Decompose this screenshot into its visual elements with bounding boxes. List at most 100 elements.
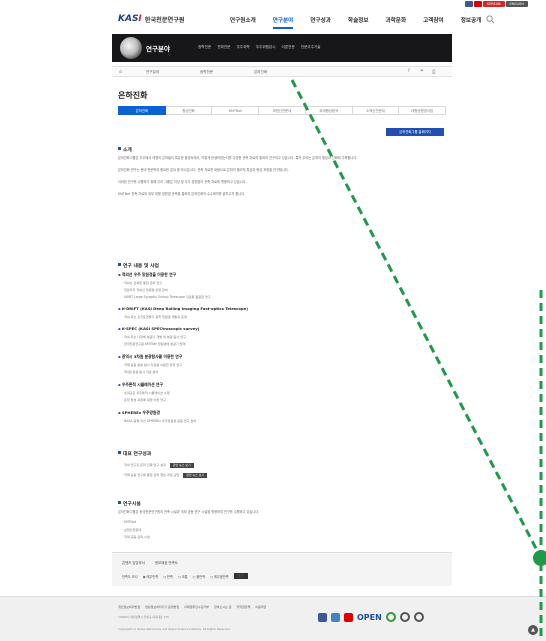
footer-link[interactable]: 저작권정책 <box>237 605 251 609</box>
youtube-icon[interactable] <box>344 612 353 622</box>
work-title: 연구 내용 및 사업 <box>118 262 159 269</box>
print-icon[interactable]: ⎙ <box>432 69 436 75</box>
subnav-item[interactable]: 전파천문 <box>217 45 230 50</box>
intro-paragraph: 이러한 연구를 수행하기 위해 우리 그룹은 지상 및 우주 망원경의 관측 자… <box>118 180 247 184</box>
footer-links: 개인정보처리방침 영상정보처리기기 운영방침 이메일무단수집거부 찾아오시는 길… <box>118 605 266 609</box>
list-item: KMTNet <box>122 520 136 524</box>
breadcrumb-item[interactable]: 은하진화 <box>254 70 267 75</box>
result-text: 국내 연구진 은하 진화 연구 성과 <box>123 463 166 467</box>
facility-title: 연구시설 <box>118 500 141 507</box>
related-news-button[interactable]: 관련 뉴스 보기 <box>183 472 208 478</box>
footer-link[interactable]: 개인정보처리방침 <box>118 605 140 609</box>
footer-address: (34055) 대전광역시 유성구 대덕대로 776 <box>118 615 169 619</box>
tab[interactable]: 보현산천문대 <box>259 106 306 115</box>
subnav-item[interactable]: 이론천문 <box>282 45 295 50</box>
dashed-line-diagonal <box>290 79 543 559</box>
logo-mark: KASI <box>118 14 142 24</box>
blog-icon[interactable] <box>331 612 340 622</box>
home-icon[interactable]: ⌂ <box>119 69 122 75</box>
nav-item[interactable]: 고객참여 <box>423 16 444 29</box>
tab-active[interactable]: 은하진화 <box>118 106 166 115</box>
facebook-icon[interactable] <box>464 1 473 7</box>
group-homepage-button[interactable]: 은하진화그룹 홈페이지 <box>386 128 444 136</box>
footer-link[interactable]: 찾아오시는 길 <box>214 605 232 609</box>
site-logo[interactable]: KASI 한국천문연구원 <box>118 14 185 24</box>
footer-copyright: Copyright (c) Korea Astronomy and Space … <box>118 627 231 631</box>
list-item: 국내 최초 다천체 분광기 개발 및 분광 탐사 연구 <box>122 334 186 339</box>
certification-icon <box>385 612 396 622</box>
footer-link[interactable]: 영상정보처리기기 운영방침 <box>145 605 179 609</box>
footer-badges: OPEN <box>318 612 424 622</box>
site-footer: 개인정보처리방침 영상정보처리기기 운영방침 이메일무단수집거부 찾아오시는 길… <box>0 596 546 641</box>
english-button[interactable]: ENGLISH <box>505 1 528 7</box>
facebook-icon[interactable] <box>318 612 327 622</box>
content-tabs: 은하진화 항성진화 KMTNet 보현산천문대 외계행성탐색 소백산천문대 대형… <box>118 106 447 115</box>
subnav-item[interactable]: 광학천문 <box>198 45 211 50</box>
tab[interactable]: 외계행성탐색 <box>305 106 353 115</box>
sub-heading: 적외선 우주 망원경을 이용한 연구 <box>118 272 176 278</box>
utility-bar: KOREAN ENGLISH <box>464 0 528 8</box>
survey-option-radio[interactable]: ◉ 매우만족 <box>143 574 159 579</box>
logo-name: 한국천문연구원 <box>144 16 185 24</box>
hero-banner: 연구분야 광학천문 전파천문 우주과학 우주위험감시 이론천문 천문우주기술 <box>112 34 452 62</box>
survey-option-radio[interactable]: ○ 매우불만족 <box>210 574 228 579</box>
survey-tab[interactable]: 콘텐츠 담당부서 <box>122 560 145 565</box>
nav-item[interactable]: 학술정보 <box>348 16 369 29</box>
open-badge[interactable]: OPEN <box>357 613 382 622</box>
tab[interactable]: KMTNet <box>212 106 260 115</box>
annotation-overlay <box>290 79 546 641</box>
subnav-item[interactable]: 우주위험감시 <box>256 45 276 50</box>
moon-image <box>120 37 142 59</box>
related-news-button[interactable]: 관련 뉴스 보기 <box>169 462 194 468</box>
sub-heading: K-DRIFT (KASI Deep Rolling Imaging Fast-… <box>118 306 248 311</box>
subnav-item[interactable]: 천문우주기술 <box>301 45 321 50</box>
tab[interactable]: 소백산천문대 <box>352 106 400 115</box>
list-item: 국제 공동 분광 탐사 자료를 이용한 은하 연구 <box>122 362 182 367</box>
subnav-item[interactable]: 우주과학 <box>236 45 249 50</box>
nav-item-active[interactable]: 연구분야 <box>272 16 294 29</box>
intro-paragraph: 은하진화 연구는 현대 천문학의 중요한 분야 중 하나입니다. 관측 자료를 … <box>118 168 289 172</box>
list-item: 국내 최초 초저표면밝기 광학 망원경 개발과 운영 <box>122 314 187 319</box>
certification-icon <box>399 612 410 622</box>
page-title: 은하진화 <box>118 91 148 100</box>
survey-option-radio[interactable]: ○ 만족 <box>163 574 173 579</box>
facebook-share-icon[interactable]: f <box>408 69 410 74</box>
list-item: 은하 형성 과정에 대한 이론 연구 <box>122 397 166 402</box>
list-item: 3차원 분광 탐사 자료 분석 <box>122 369 158 374</box>
intro-title: 소개 <box>118 146 132 153</box>
survey-label: 만족도 조사 <box>122 574 138 579</box>
scroll-top-button[interactable]: ▲ <box>528 625 538 635</box>
survey-submit-button[interactable]: 평가 <box>233 573 248 579</box>
list-item: 적외선 관측을 통한 은하 연구 <box>122 280 162 285</box>
certification-icon <box>413 612 424 622</box>
sub-heading: SPHEREx 우주망원경 <box>118 410 160 416</box>
survey-tab[interactable]: 정보제공 만족도 <box>155 560 178 565</box>
korean-button[interactable]: KOREAN <box>482 1 505 7</box>
results-title: 대표 연구성과 <box>118 450 151 457</box>
twitter-share-icon[interactable]: ✦ <box>420 69 424 74</box>
list-item: 한국천문연구원 KMTNet 망원경에 분광기 탑재 <box>122 341 186 346</box>
youtube-icon[interactable] <box>473 1 482 7</box>
breadcrumb-item[interactable]: 연구분야 <box>146 70 159 75</box>
nav-item[interactable]: 정보공개 <box>461 16 482 29</box>
list-item: 국제 공동 관측 시설 <box>122 534 150 539</box>
nav-item[interactable]: 과학문화 <box>386 16 407 29</box>
list-item: 천문우주 적외선 망원경 운영 참여 <box>122 287 168 292</box>
nav-item[interactable]: 연구성과 <box>310 16 331 29</box>
survey-option-radio[interactable]: ○ 보통 <box>178 574 188 579</box>
tab[interactable]: 항성진화 <box>165 106 213 115</box>
footer-link[interactable]: 이메일무단수집거부 <box>184 605 209 609</box>
footer-link[interactable]: 이용약관 <box>255 605 266 609</box>
annotation-dot <box>533 550 546 566</box>
breadcrumb-item[interactable]: 광학천문 <box>200 70 213 75</box>
facility-paragraph: 은하진화그룹은 한국천문연구원의 관측 시설과 국제 공동 연구 시설을 활용하… <box>118 510 260 514</box>
result-item: 국내 연구진 은하 진화 연구 성과 관련 뉴스 보기 <box>122 462 194 468</box>
nav-item[interactable]: 연구원소개 <box>230 16 256 29</box>
intro-paragraph: KMTNet 관측 자료와 외부 대형 망원경 관측을 통하여 은하진화의 수수… <box>118 192 246 196</box>
survey-option-radio[interactable]: ○ 불만족 <box>193 574 206 579</box>
search-icon[interactable] <box>486 15 495 24</box>
list-item: NASA 중형 미션 SPHEREx 우주망원경 공동 연구 참여 <box>122 418 196 423</box>
survey-row: 만족도 조사 ◉ 매우만족 ○ 만족 ○ 보통 ○ 불만족 ○ 매우불만족 평가 <box>122 573 248 579</box>
list-item: UKIRT Large Synoptic Survey Telescope 자료… <box>122 294 211 299</box>
tab[interactable]: 대형망원경사업 <box>399 106 447 115</box>
